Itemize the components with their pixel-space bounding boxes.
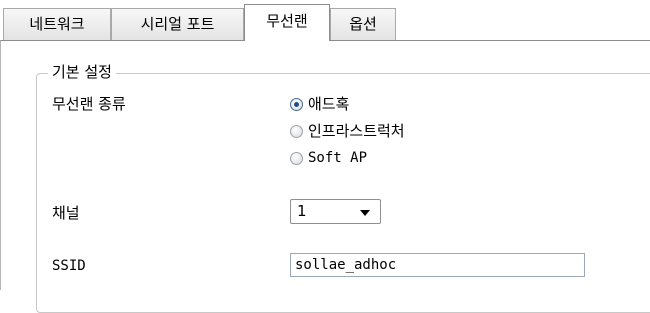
- ssid-label: SSID: [52, 258, 86, 274]
- radio-infrastructure-label: 인프라스트럭처: [308, 122, 405, 140]
- tab-network[interactable]: 네트워크: [3, 8, 111, 40]
- tab-wireless-lan[interactable]: 무선랜: [244, 4, 330, 41]
- radio-unchecked-icon: [290, 124, 303, 138]
- radio-soft-ap[interactable]: Soft AP: [290, 148, 367, 168]
- tab-serial-port[interactable]: 시리얼 포트: [111, 8, 244, 40]
- chevron-down-icon: [360, 210, 370, 216]
- channel-select[interactable]: 1: [290, 199, 381, 224]
- radio-adhoc[interactable]: 애드혹: [290, 94, 349, 114]
- radio-unchecked-icon: [290, 151, 303, 165]
- radio-checked-icon: [290, 97, 303, 111]
- wireless-type-label: 무선랜 종류: [52, 95, 126, 113]
- tab-options[interactable]: 옵션: [330, 8, 396, 40]
- channel-value: 1: [297, 202, 307, 220]
- radio-adhoc-label: 애드혹: [308, 95, 350, 113]
- channel-label: 채널: [52, 204, 80, 222]
- tab-strip: 네트워크 시리얼 포트 무선랜 옵션: [0, 0, 650, 41]
- radio-soft-ap-label: Soft AP: [308, 150, 368, 166]
- group-title: 기본 설정: [48, 62, 116, 82]
- radio-infrastructure[interactable]: 인프라스트럭처: [290, 121, 405, 141]
- ssid-input[interactable]: sollae_adhoc: [290, 253, 585, 277]
